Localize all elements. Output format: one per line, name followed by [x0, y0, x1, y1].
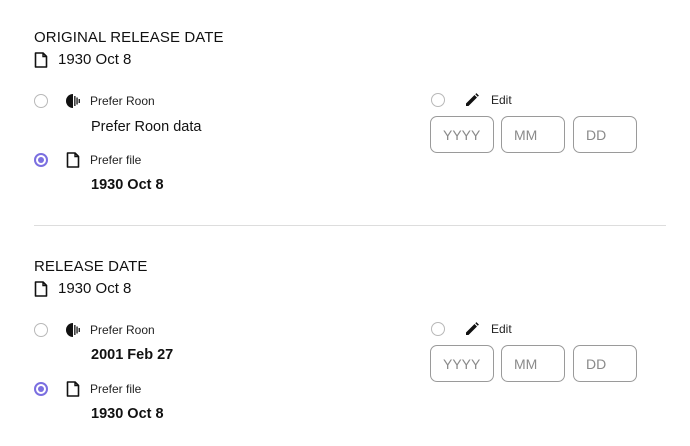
current-value-row: 1930 Oct 8 [34, 280, 131, 297]
roon-logo-icon [66, 94, 80, 108]
prefer-file-radio[interactable] [34, 153, 48, 167]
prefer-roon-value: 2001 Feb 27 [91, 347, 174, 363]
document-icon [34, 280, 48, 297]
prefer-file-label: Prefer file [90, 153, 142, 167]
day-input[interactable] [573, 116, 637, 153]
current-value: 1930 Oct 8 [58, 51, 132, 68]
document-icon [66, 381, 80, 397]
section-title: RELEASE DATE [34, 258, 148, 275]
prefer-roon-radio[interactable] [34, 94, 48, 108]
pencil-icon [466, 322, 479, 335]
prefer-roon-label: Prefer Roon [90, 323, 155, 337]
prefer-roon-value: Prefer Roon data [91, 119, 202, 135]
original-release-date-section: ORIGINAL RELEASE DATE 1930 Oct 8 Prefer … [0, 0, 690, 225]
month-input[interactable] [501, 116, 565, 153]
edit-radio[interactable] [431, 93, 445, 107]
current-value: 1930 Oct 8 [58, 280, 132, 297]
current-value-row: 1930 Oct 8 [34, 51, 131, 68]
year-input[interactable] [430, 345, 494, 382]
section-divider [34, 225, 666, 226]
edit-label: Edit [491, 322, 512, 336]
month-input[interactable] [501, 345, 565, 382]
prefer-file-value: 1930 Oct 8 [91, 177, 164, 193]
section-title: ORIGINAL RELEASE DATE [34, 29, 224, 46]
day-input[interactable] [573, 345, 637, 382]
year-input[interactable] [430, 116, 494, 153]
release-date-section: RELEASE DATE 1930 Oct 8 Prefer Roon 2001… [0, 229, 690, 446]
edit-label: Edit [491, 93, 512, 107]
pencil-icon [466, 93, 479, 106]
prefer-file-label: Prefer file [90, 382, 142, 396]
prefer-roon-label: Prefer Roon [90, 94, 155, 108]
edit-radio[interactable] [431, 322, 445, 336]
document-icon [34, 51, 48, 68]
prefer-roon-radio[interactable] [34, 323, 48, 337]
document-icon [66, 152, 80, 168]
prefer-file-value: 1930 Oct 8 [91, 406, 164, 422]
roon-logo-icon [66, 323, 80, 337]
prefer-file-radio[interactable] [34, 382, 48, 396]
